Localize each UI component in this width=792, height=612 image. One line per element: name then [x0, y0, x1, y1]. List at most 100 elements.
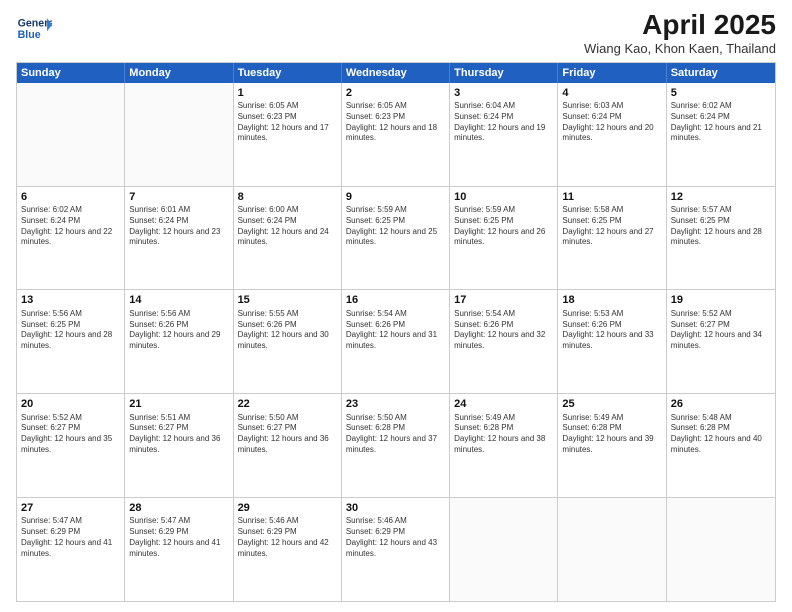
calendar-day-25: 25Sunrise: 5:49 AMSunset: 6:28 PMDayligh…	[558, 394, 666, 497]
svg-text:Blue: Blue	[18, 29, 41, 41]
calendar-week-2: 6Sunrise: 6:02 AMSunset: 6:24 PMDaylight…	[17, 187, 775, 291]
day-info: Sunrise: 5:52 AMSunset: 6:27 PMDaylight:…	[671, 309, 771, 352]
calendar-day-30: 30Sunrise: 5:46 AMSunset: 6:29 PMDayligh…	[342, 498, 450, 601]
calendar-day-27: 27Sunrise: 5:47 AMSunset: 6:29 PMDayligh…	[17, 498, 125, 601]
logo: General Blue	[16, 10, 52, 46]
day-number: 25	[562, 397, 661, 411]
day-number: 23	[346, 397, 445, 411]
day-info: Sunrise: 5:54 AMSunset: 6:26 PMDaylight:…	[346, 309, 445, 352]
day-info: Sunrise: 5:50 AMSunset: 6:28 PMDaylight:…	[346, 413, 445, 456]
day-info: Sunrise: 5:51 AMSunset: 6:27 PMDaylight:…	[129, 413, 228, 456]
calendar-day-24: 24 Sunrise: 5:49 AMSunset: 6:28 PMDayligh…	[450, 394, 558, 497]
calendar-day-13: 13 Sunrise: 5:56 AMSunset: 6:25 PMDayligh…	[17, 290, 125, 393]
page: General Blue April 2025 Wiang Kao, Khon …	[0, 0, 792, 612]
day-number: 8	[238, 190, 337, 204]
day-number: 3	[454, 86, 553, 100]
calendar: SundayMondayTuesdayWednesdayThursdayFrid…	[16, 62, 776, 602]
day-number: 17	[454, 293, 553, 307]
calendar-day-14: 14 Sunrise: 5:56 AMSunset: 6:26 PMDayligh…	[125, 290, 233, 393]
day-number: 10	[454, 190, 553, 204]
day-number: 24	[454, 397, 553, 411]
day-header-wednesday: Wednesday	[342, 63, 450, 83]
day-info: Sunrise: 5:46 AMSunset: 6:29 PMDaylight:…	[346, 516, 445, 559]
day-number: 14	[129, 293, 228, 307]
day-number: 5	[671, 86, 771, 100]
day-header-saturday: Saturday	[667, 63, 775, 83]
day-info: Sunrise: 5:59 AMSunset: 6:25 PMDaylight:…	[346, 205, 445, 248]
day-number: 27	[21, 501, 120, 515]
calendar-day-7: 7Sunrise: 6:01 AMSunset: 6:24 PMDaylight…	[125, 187, 233, 290]
calendar-day-6: 6Sunrise: 6:02 AMSunset: 6:24 PMDaylight…	[17, 187, 125, 290]
calendar-day-15: 15 Sunrise: 5:55 AMSunset: 6:26 PMDayligh…	[234, 290, 342, 393]
day-header-monday: Monday	[125, 63, 233, 83]
calendar-empty-cell	[17, 83, 125, 186]
day-number: 15	[238, 293, 337, 307]
day-info: Sunrise: 5:52 AMSunset: 6:27 PMDaylight:…	[21, 413, 120, 456]
day-number: 22	[238, 397, 337, 411]
day-number: 9	[346, 190, 445, 204]
calendar-week-3: 13 Sunrise: 5:56 AMSunset: 6:25 PMDayligh…	[17, 290, 775, 394]
day-number: 19	[671, 293, 771, 307]
day-header-thursday: Thursday	[450, 63, 558, 83]
calendar-day-20: 20 Sunrise: 5:52 AMSunset: 6:27 PMDayligh…	[17, 394, 125, 497]
day-number: 13	[21, 293, 120, 307]
calendar-day-21: 21 Sunrise: 5:51 AMSunset: 6:27 PMDayligh…	[125, 394, 233, 497]
calendar-week-5: 27Sunrise: 5:47 AMSunset: 6:29 PMDayligh…	[17, 498, 775, 601]
day-info: Sunrise: 6:00 AMSunset: 6:24 PMDaylight:…	[238, 205, 337, 248]
day-number: 16	[346, 293, 445, 307]
day-number: 1	[238, 86, 337, 100]
day-info: Sunrise: 5:50 AMSunset: 6:27 PMDaylight:…	[238, 413, 337, 456]
day-number: 20	[21, 397, 120, 411]
calendar-day-1: 1Sunrise: 6:05 AMSunset: 6:23 PMDaylight…	[234, 83, 342, 186]
day-info: Sunrise: 5:58 AMSunset: 6:25 PMDaylight:…	[562, 205, 661, 248]
day-info: Sunrise: 5:56 AMSunset: 6:25 PMDaylight:…	[21, 309, 120, 352]
day-info: Sunrise: 5:57 AMSunset: 6:25 PMDaylight:…	[671, 205, 771, 248]
calendar-empty-cell	[125, 83, 233, 186]
day-info: Sunrise: 5:48 AMSunset: 6:28 PMDaylight:…	[671, 413, 771, 456]
location-subtitle: Wiang Kao, Khon Kaen, Thailand	[584, 41, 776, 56]
calendar-day-16: 16 Sunrise: 5:54 AMSunset: 6:26 PMDayligh…	[342, 290, 450, 393]
day-info: Sunrise: 5:54 AMSunset: 6:26 PMDaylight:…	[454, 309, 553, 352]
day-info: Sunrise: 5:47 AMSunset: 6:29 PMDaylight:…	[129, 516, 228, 559]
calendar-day-8: 8Sunrise: 6:00 AMSunset: 6:24 PMDaylight…	[234, 187, 342, 290]
calendar-day-2: 2Sunrise: 6:05 AMSunset: 6:23 PMDaylight…	[342, 83, 450, 186]
calendar-week-4: 20 Sunrise: 5:52 AMSunset: 6:27 PMDayligh…	[17, 394, 775, 498]
calendar-day-9: 9Sunrise: 5:59 AMSunset: 6:25 PMDaylight…	[342, 187, 450, 290]
day-number: 2	[346, 86, 445, 100]
day-info: Sunrise: 5:49 AMSunset: 6:28 PMDaylight:…	[454, 413, 553, 456]
day-number: 21	[129, 397, 228, 411]
day-info: Sunrise: 6:04 AMSunset: 6:24 PMDaylight:…	[454, 101, 553, 144]
title-block: April 2025 Wiang Kao, Khon Kaen, Thailan…	[584, 10, 776, 56]
calendar-week-1: 1Sunrise: 6:05 AMSunset: 6:23 PMDaylight…	[17, 83, 775, 187]
calendar-day-11: 11Sunrise: 5:58 AMSunset: 6:25 PMDayligh…	[558, 187, 666, 290]
calendar-day-12: 12Sunrise: 5:57 AMSunset: 6:25 PMDayligh…	[667, 187, 775, 290]
day-number: 28	[129, 501, 228, 515]
day-info: Sunrise: 5:55 AMSunset: 6:26 PMDaylight:…	[238, 309, 337, 352]
calendar-empty-cell	[667, 498, 775, 601]
day-header-friday: Friday	[558, 63, 666, 83]
calendar-day-4: 4Sunrise: 6:03 AMSunset: 6:24 PMDaylight…	[558, 83, 666, 186]
day-info: Sunrise: 5:59 AMSunset: 6:25 PMDaylight:…	[454, 205, 553, 248]
day-number: 6	[21, 190, 120, 204]
calendar-day-29: 29Sunrise: 5:46 AMSunset: 6:29 PMDayligh…	[234, 498, 342, 601]
day-info: Sunrise: 6:05 AMSunset: 6:23 PMDaylight:…	[238, 101, 337, 144]
day-number: 4	[562, 86, 661, 100]
header: General Blue April 2025 Wiang Kao, Khon …	[16, 10, 776, 56]
day-info: Sunrise: 5:56 AMSunset: 6:26 PMDaylight:…	[129, 309, 228, 352]
day-info: Sunrise: 5:53 AMSunset: 6:26 PMDaylight:…	[562, 309, 661, 352]
calendar-day-23: 23 Sunrise: 5:50 AMSunset: 6:28 PMDayligh…	[342, 394, 450, 497]
day-info: Sunrise: 6:03 AMSunset: 6:24 PMDaylight:…	[562, 101, 661, 144]
day-info: Sunrise: 5:46 AMSunset: 6:29 PMDaylight:…	[238, 516, 337, 559]
calendar-day-5: 5Sunrise: 6:02 AMSunset: 6:24 PMDaylight…	[667, 83, 775, 186]
day-info: Sunrise: 6:02 AMSunset: 6:24 PMDaylight:…	[671, 101, 771, 144]
calendar-empty-cell	[558, 498, 666, 601]
day-info: Sunrise: 6:05 AMSunset: 6:23 PMDaylight:…	[346, 101, 445, 144]
day-info: Sunrise: 5:47 AMSunset: 6:29 PMDaylight:…	[21, 516, 120, 559]
day-header-sunday: Sunday	[17, 63, 125, 83]
calendar-day-19: 19 Sunrise: 5:52 AMSunset: 6:27 PMDayligh…	[667, 290, 775, 393]
day-info: Sunrise: 6:02 AMSunset: 6:24 PMDaylight:…	[21, 205, 120, 248]
day-info: Sunrise: 6:01 AMSunset: 6:24 PMDaylight:…	[129, 205, 228, 248]
day-number: 12	[671, 190, 771, 204]
day-number: 18	[562, 293, 661, 307]
calendar-day-10: 10Sunrise: 5:59 AMSunset: 6:25 PMDayligh…	[450, 187, 558, 290]
